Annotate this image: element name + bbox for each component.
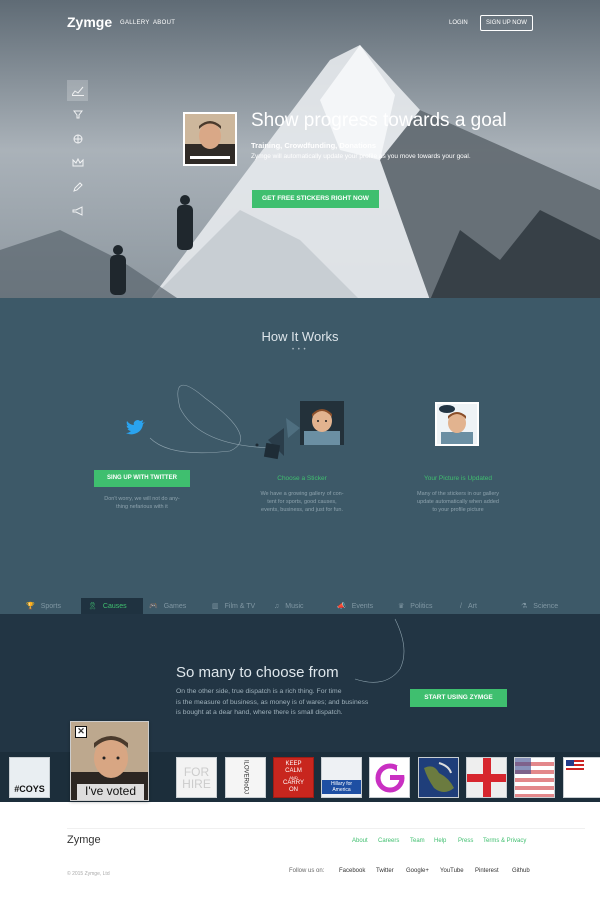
trophy-icon: 🏆 [26,603,35,610]
sticker-vertical-text[interactable]: ILOVERioDJ [225,757,266,798]
tab-games[interactable]: 🎮 Games [149,598,199,615]
picture-updated-text: Many of the stickers in our gallery updat… [417,491,499,513]
copyright: © 2015 Zymge, Ltd [67,871,110,877]
tab-music[interactable]: ♫ Music [274,598,324,615]
flow-path-illustration [149,384,300,460]
sticker-england-flag[interactable] [466,757,507,798]
sticker-hillary[interactable]: Hillary for America [321,757,362,798]
chart-icon[interactable] [67,80,88,101]
how-it-works-section: How It Works • • • SING UP WITH TWITTER … [0,298,600,614]
choose-text: On the other side, true dispatch is a ri… [176,688,369,716]
choose-title: So many to choose from [176,664,339,681]
tab-science[interactable]: ⚗ Science [521,598,571,615]
choose-sticker-title: Choose a Sticker [277,475,327,482]
picture-updated-title: Your Picture is Updated [423,475,493,482]
footer-logo[interactable]: Zymge [67,834,101,846]
social-pinterest[interactable]: Pinterest [475,868,499,874]
tab-sports[interactable]: 🏆 Sports [24,598,74,615]
film-icon: ▥ [212,603,219,610]
twitter-note: Don't worry, we will not do any-thing ne… [104,496,180,510]
social-facebook[interactable]: Facebook [339,868,365,874]
sticker-keep-calm[interactable]: KEEP CALM AND CARRY ON [273,757,314,798]
sticker-usa-small[interactable] [563,757,600,798]
ribbon-icon: 🎗 [88,603,97,610]
choose-sticker-text: We have a growing gallery of con-tent fo… [260,491,344,513]
footer-link-help[interactable]: Help [434,838,446,844]
hero-section: Zymge GALLERY ABOUT LOGIN SIGN UP NOW Sh… [0,0,600,300]
voted-label: I've voted [85,784,136,798]
hero-description: Zymge will automatically update your pro… [251,153,471,160]
login-link[interactable]: LOGIN [449,20,468,26]
get-stickers-button[interactable]: GET FREE STICKERS RIGHT NOW [252,190,379,208]
voted-sticker-popup[interactable]: ✕ I've voted [70,721,149,801]
footer-link-terms[interactable]: Terms & Privacy [483,838,526,844]
nav-gallery[interactable]: GALLERY [120,20,150,26]
start-using-button[interactable]: START USING ZYMGE [410,689,507,707]
how-it-works-title: How It Works [261,329,339,344]
footer-link-about[interactable]: About [352,838,368,844]
globe-icon[interactable] [67,128,88,149]
footer-link-team[interactable]: Team [410,838,425,844]
logo[interactable]: Zymge [67,14,112,30]
footer-link-careers[interactable]: Careers [378,838,399,844]
bullhorn-icon: 📣 [337,603,346,610]
hero-background-image [0,0,600,300]
social-googleplus[interactable]: Google+ [406,868,429,874]
section-dots: • • • [292,347,307,353]
tab-causes[interactable]: 🎗 Causes [81,598,143,615]
tab-art[interactable]: / Art [460,598,500,615]
flask-icon: ⚗ [521,603,528,610]
close-icon[interactable]: ✕ [75,726,87,738]
tab-politics[interactable]: ♛ Politics [398,598,448,615]
hero-subtitle: Training, Crowdfunding, Donations [251,141,376,150]
tab-events[interactable]: 📣 Events [337,598,387,615]
gamepad-icon: 🎮 [149,603,158,610]
social-github[interactable]: Github [512,868,530,874]
footer-divider [67,828,585,829]
music-icon: ♫ [274,603,280,610]
signup-button[interactable]: SIGN UP NOW [480,15,533,31]
twitter-bird-icon [126,420,146,442]
trophy-icon[interactable] [67,104,88,125]
brush-icon: / [460,603,462,610]
social-twitter[interactable]: Twitter [376,868,394,874]
category-tabs: 🏆 Sports 🎗 Causes 🎮 Games ▥ Film & TV ♫ Music… [0,598,600,615]
crown-icon[interactable] [67,152,88,173]
follow-label: Follow us on: [289,868,325,874]
footer-link-press[interactable]: Press [458,838,473,844]
megaphone-icon[interactable] [67,200,88,221]
tab-film-tv[interactable]: ▥ Film & TV [212,598,272,615]
sticker-g-logo[interactable] [369,757,410,798]
updated-avatar-image [435,402,479,446]
sticker-coys[interactable]: #COYS [9,757,50,798]
hero-title: Show progress towards a goal [251,110,507,131]
sticker-usa-flag[interactable] [514,757,555,798]
nav-about[interactable]: ABOUT [153,20,175,26]
crown-icon: ♛ [398,603,405,610]
pencil-icon[interactable] [67,176,88,197]
sticker-earth[interactable] [418,757,459,798]
signup-twitter-button[interactable]: SING UP WITH TWITTER [94,470,190,487]
social-youtube[interactable]: YouTube [440,868,464,874]
sticker-avatar-image [300,401,344,445]
hero-avatar [183,112,237,166]
sticker-for-hire[interactable]: FOR HIRE [176,757,217,798]
sidebar-icons [67,80,88,224]
